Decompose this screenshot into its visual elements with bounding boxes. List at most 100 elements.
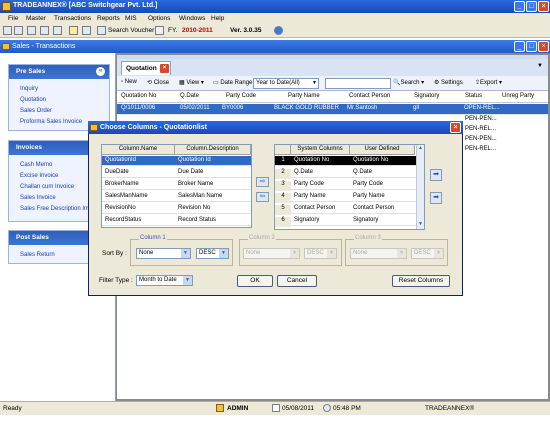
ok-button[interactable]: OK xyxy=(237,275,273,287)
menu-master[interactable]: Master xyxy=(26,15,46,22)
inner-close-icon[interactable]: × xyxy=(538,41,549,52)
col-header-q-date[interactable]: Q.Date xyxy=(180,93,199,99)
print-icon[interactable] xyxy=(82,26,91,35)
menu-file[interactable]: File xyxy=(8,15,18,22)
new-button[interactable]: ▫ New xyxy=(121,79,137,85)
settings-button[interactable]: ⚙ Settings xyxy=(434,79,463,86)
menu-help[interactable]: Help xyxy=(211,15,224,22)
list-item[interactable]: 6 Signatory Signatory xyxy=(275,216,416,227)
menu-transactions[interactable]: Transactions xyxy=(54,15,91,22)
quotation-toolbar: ▫ New ⟲ Close ▦ View ▾ ▭ Date Range Year… xyxy=(117,76,548,91)
inner-minimize-icon[interactable]: _ xyxy=(514,41,525,52)
sidebar-item-proforma-sales-invoice[interactable]: Proforma Sales Invoice xyxy=(20,119,82,125)
col-header-unreg-party[interactable]: Unreg Party xyxy=(502,93,534,99)
scroll-up-icon[interactable]: ▲ xyxy=(417,145,424,153)
dialog-close-icon[interactable]: × xyxy=(450,122,461,133)
sort-order-select-3[interactable]: DESC ▼ xyxy=(411,248,444,259)
status-ready: Ready xyxy=(3,405,22,412)
sort-order-select-1[interactable]: DESC ▼ xyxy=(196,248,229,259)
cancel-button[interactable]: Cancel xyxy=(277,275,317,287)
help-icon[interactable] xyxy=(274,26,283,35)
menu-options[interactable]: Options xyxy=(148,15,170,22)
search-input[interactable] xyxy=(325,78,391,89)
col-header-contact-person[interactable]: Contact Person xyxy=(349,93,390,99)
sidebar-item-excise-invoice[interactable]: Excise Invoice xyxy=(20,173,58,179)
list-item[interactable]: RevisionNo Revision No xyxy=(102,204,251,214)
list-item[interactable]: QuotationId Quotation Id xyxy=(102,156,251,166)
list-icon[interactable] xyxy=(40,26,49,35)
remove-column-arrow-icon[interactable]: ⇦ xyxy=(256,192,269,202)
sidebar-item-inquiry[interactable]: Inquiry xyxy=(20,86,38,92)
list-item-index: 6 xyxy=(275,217,291,227)
menu-reports[interactable]: Reports xyxy=(97,15,120,22)
list-item[interactable]: 3 Party Code Party Code xyxy=(275,180,416,191)
list-item[interactable]: SalesManName SalesMan Name xyxy=(102,192,251,202)
table-row[interactable]: Q/1011/0006 05/02/2011 BY0006 BLACK GOLD… xyxy=(117,104,548,114)
table-row[interactable]: PEN-REL... xyxy=(463,125,500,135)
grid-icon[interactable] xyxy=(27,26,36,35)
search-voucher-button[interactable]: Search Voucher xyxy=(108,27,154,34)
sidebar-item-cash-memo[interactable]: Cash Memo xyxy=(20,162,52,168)
sort-field-select-2[interactable]: None ▼ xyxy=(243,248,300,259)
filter-type-select[interactable]: Month to Date ▼ xyxy=(136,275,193,286)
minimize-icon[interactable]: _ xyxy=(514,1,525,12)
list-item[interactable]: 5 Contact Person Contact Person xyxy=(275,204,416,215)
tool-icon[interactable] xyxy=(3,26,12,35)
search-button[interactable]: 🔍Search ▾ xyxy=(393,79,424,86)
list-item[interactable]: 2 Q.Date Q.Date xyxy=(275,168,416,179)
sidebar-item-quotation[interactable]: Quotation xyxy=(20,97,46,103)
list-item[interactable]: 4 Party Name Party Name xyxy=(275,192,416,203)
menu-mis[interactable]: MIS xyxy=(125,15,137,22)
customer-icon[interactable] xyxy=(14,26,23,35)
sort-order-select-2[interactable]: DESC ▼ xyxy=(304,248,337,259)
scroll-down-icon[interactable]: ▼ xyxy=(417,221,424,229)
chevron-down-icon: ▼ xyxy=(219,249,228,258)
close-button[interactable]: ⟲ Close xyxy=(147,79,169,86)
table-row[interactable]: PEN-REL... xyxy=(463,145,500,155)
col-header-status[interactable]: Status xyxy=(465,93,482,99)
sidebar-item-sales-return[interactable]: Sales Return xyxy=(20,252,55,258)
tab-quotation-label: Quotation xyxy=(126,65,157,72)
table-row[interactable]: PEN-PEN... xyxy=(463,115,500,125)
close-icon[interactable]: × xyxy=(538,1,549,12)
move-up-arrow-icon[interactable]: ➡ xyxy=(430,169,442,181)
maximize-icon[interactable]: □ xyxy=(526,1,537,12)
sidebar-item-sales-invoice[interactable]: Sales Invoice xyxy=(20,195,56,201)
tab-close-icon[interactable]: × xyxy=(160,64,169,73)
selected-columns-list[interactable]: System Columns User Defined 1 Quotation N… xyxy=(274,144,425,230)
tab-quotation[interactable]: Quotation × xyxy=(121,61,171,75)
col-header-party-name[interactable]: Party Name xyxy=(288,93,320,99)
view-button[interactable]: ▦ View ▾ xyxy=(179,79,204,86)
list-item[interactable]: BrokerName Broker Name xyxy=(102,180,251,190)
list-item[interactable]: RecordStatus Record Status xyxy=(102,216,251,226)
sidebar-item-sales-order[interactable]: Sales Order xyxy=(20,108,52,114)
list-item[interactable]: DueDate Due Date xyxy=(102,168,251,178)
move-down-arrow-icon[interactable]: ➡ xyxy=(430,192,442,204)
note-icon[interactable] xyxy=(69,26,78,35)
pre-sales-header[interactable]: Pre Sales « xyxy=(9,65,109,79)
sidebar-item-sales-free-description-inv[interactable]: Sales Free Description Inv xyxy=(20,206,90,212)
date-range-select[interactable]: Year to Date(All) ▼ xyxy=(253,78,319,89)
col-header-signatory[interactable]: Signatory xyxy=(414,93,439,99)
list-scrollbar[interactable]: ▲ ▼ xyxy=(416,145,424,229)
sidebar-item-challan-cum-invoice[interactable]: Challan cum Invoice xyxy=(20,184,74,190)
available-columns-list[interactable]: Column.Name Column.Description Quotation… xyxy=(101,144,252,228)
sort-field-select-3[interactable]: None ▼ xyxy=(350,248,407,259)
inner-restore-icon[interactable]: □ xyxy=(526,41,537,52)
col-header-party-code[interactable]: Party Code xyxy=(226,93,256,99)
collapse-icon[interactable]: « xyxy=(96,67,105,76)
col-header-quotation-no[interactable]: Quotation No xyxy=(121,93,156,99)
menu-windows[interactable]: Windows xyxy=(179,15,205,22)
search-voucher-icon[interactable] xyxy=(97,26,106,35)
reset-columns-button[interactable]: Reset Columns xyxy=(392,275,450,287)
search-label: Search xyxy=(400,80,420,86)
add-column-arrow-icon[interactable]: ⇨ xyxy=(256,177,269,187)
list-item[interactable]: 1 Quotation No Quotation No xyxy=(275,156,416,166)
sort-field-select-1[interactable]: None ▼ xyxy=(136,248,191,259)
chevron-down-icon: ▼ xyxy=(434,249,443,258)
table-row[interactable]: PEN-PEN... xyxy=(463,135,500,145)
export-button[interactable]: ⇪Export ▾ xyxy=(475,79,502,86)
calculator-icon[interactable] xyxy=(53,26,62,35)
tab-menu-icon[interactable]: ▼ xyxy=(537,63,543,69)
sort-field-value: None xyxy=(246,250,261,256)
